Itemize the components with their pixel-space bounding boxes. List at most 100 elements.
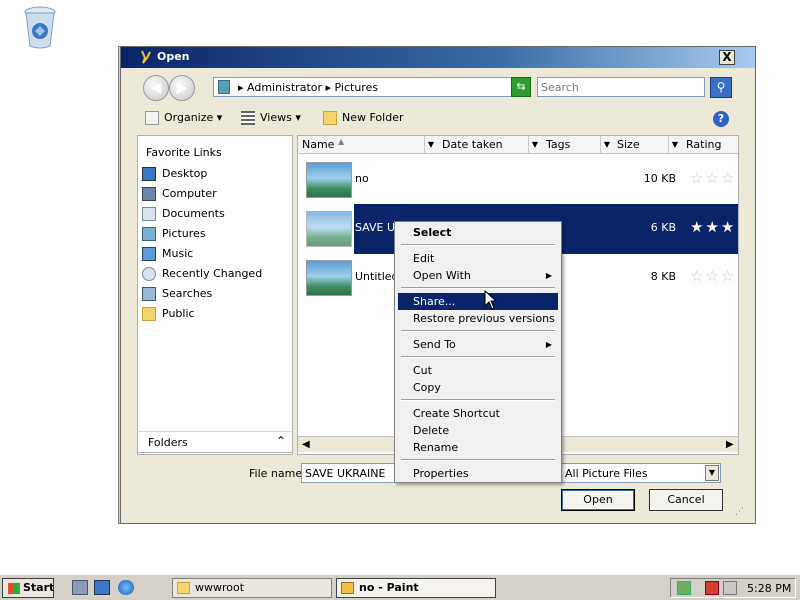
menu-item-create-shortcut[interactable]: Create Shortcut <box>398 405 558 422</box>
menu-item-select[interactable]: Select <box>398 224 558 241</box>
dialog-titlebar[interactable]: Open X <box>121 47 755 68</box>
image-thumbnail <box>306 211 352 247</box>
scroll-left-icon[interactable]: ◀ <box>302 439 310 450</box>
nav-item-public[interactable]: Public <box>142 307 195 325</box>
menu-label: Share... <box>413 295 456 308</box>
scroll-right-icon[interactable]: ▶ <box>726 439 734 450</box>
paint-app-icon <box>341 582 354 594</box>
cancel-button[interactable]: Cancel <box>649 489 723 511</box>
image-thumbnail <box>306 162 352 198</box>
rating-stars[interactable]: ★★★ <box>690 218 736 236</box>
refresh-icon[interactable]: ⇆ <box>511 77 531 97</box>
column-dropdown-icon[interactable]: ▼ <box>528 136 541 153</box>
column-header-tags[interactable]: Tags <box>546 138 570 151</box>
sort-arrow-icon: ▲ <box>338 137 345 146</box>
nav-label: Music <box>162 247 194 260</box>
folders-toggle[interactable]: Folders ⌃ <box>137 431 293 453</box>
mouse-pointer-icon <box>484 289 498 310</box>
volume-muted-icon[interactable] <box>723 581 737 595</box>
public-folder-icon <box>142 307 156 321</box>
open-button[interactable]: Open <box>561 489 635 511</box>
nav-label: Searches <box>162 287 213 300</box>
clock[interactable]: 5:28 PM <box>747 582 791 595</box>
column-header-name[interactable]: Name <box>302 138 334 151</box>
column-headers: Name ▲ ▼ Date taken ▼ Tags ▼ Size ▼ Rati… <box>298 136 738 154</box>
menu-item-delete[interactable]: Delete <box>398 422 558 439</box>
menu-item-copy[interactable]: Copy <box>398 379 558 396</box>
column-header-date-taken[interactable]: Date taken <box>442 138 503 151</box>
file-size: 6 KB <box>650 221 676 234</box>
nav-label: Computer <box>162 187 217 200</box>
menu-item-cut[interactable]: Cut <box>398 362 558 379</box>
taskbar: Start wwwroot no - Paint 5:28 PM <box>0 574 800 600</box>
forward-arrow-icon[interactable]: ▶ <box>169 75 195 101</box>
task-wwwroot[interactable]: wwwroot <box>172 578 332 598</box>
nav-item-recently-changed[interactable]: Recently Changed <box>142 267 262 285</box>
recent-icon <box>142 267 156 281</box>
views-button[interactable]: Views ▾ <box>241 111 301 125</box>
nav-item-pictures[interactable]: Pictures <box>142 227 206 245</box>
menu-separator <box>401 244 555 246</box>
start-button[interactable]: Start <box>2 578 54 598</box>
close-button[interactable]: X <box>719 50 735 65</box>
column-header-size[interactable]: Size <box>617 138 640 151</box>
nav-item-music[interactable]: Music <box>142 247 193 265</box>
menu-item-edit[interactable]: Edit <box>398 250 558 267</box>
menu-label: Properties <box>413 467 469 480</box>
system-tray: 5:28 PM <box>670 578 796 598</box>
show-desktop-icon[interactable] <box>94 580 110 595</box>
menu-label: Delete <box>413 424 450 437</box>
menu-separator <box>401 399 555 401</box>
navigation-pane: Favorite Links Desktop Computer Document… <box>137 135 293 455</box>
column-header-rating[interactable]: Rating <box>686 138 721 151</box>
menu-item-open-with[interactable]: Open With ▶ <box>398 267 558 284</box>
help-icon[interactable]: ? <box>713 111 729 127</box>
searches-icon <box>142 287 156 301</box>
menu-separator <box>401 330 555 332</box>
organize-button[interactable]: Organize ▾ <box>145 111 222 125</box>
menu-item-rename[interactable]: Rename <box>398 439 558 456</box>
security-alert-icon[interactable] <box>705 581 719 595</box>
file-name-label: File name: <box>249 467 306 480</box>
file-type-select[interactable]: All Picture Files <box>561 463 721 483</box>
nav-label: Public <box>162 307 195 320</box>
column-dropdown-icon[interactable]: ▼ <box>600 136 613 153</box>
network-icon[interactable] <box>677 581 691 595</box>
new-folder-label: New Folder <box>342 111 404 124</box>
internet-explorer-icon[interactable] <box>118 580 134 595</box>
rating-stars[interactable]: ☆☆☆ <box>690 267 736 285</box>
rating-stars[interactable]: ☆☆☆ <box>690 169 736 187</box>
task-no-paint[interactable]: no - Paint <box>336 578 496 598</box>
nav-item-documents[interactable]: Documents <box>142 207 225 225</box>
nav-label: Recently Changed <box>162 267 263 280</box>
menu-label: Select <box>413 226 452 239</box>
search-icon[interactable]: ⚲ <box>710 77 732 98</box>
column-dropdown-icon[interactable]: ▼ <box>668 136 681 153</box>
menu-separator <box>401 287 555 289</box>
file-size: 10 KB <box>643 172 676 185</box>
resize-grip-icon[interactable]: ⋰ <box>735 507 744 517</box>
menu-label: Send To <box>413 338 456 351</box>
nav-item-computer[interactable]: Computer <box>142 187 217 205</box>
nav-label: Pictures <box>162 227 206 240</box>
menu-label: Rename <box>413 441 459 454</box>
address-path: ▸ Administrator ▸ Pictures <box>238 81 379 94</box>
chevron-down-icon[interactable]: ▼ <box>705 465 719 481</box>
column-dropdown-icon[interactable]: ▼ <box>424 136 437 153</box>
menu-label: Open With <box>413 269 471 282</box>
menu-item-send-to[interactable]: Send To ▶ <box>398 336 558 353</box>
views-label: Views ▾ <box>260 111 301 124</box>
nav-item-searches[interactable]: Searches <box>142 287 212 305</box>
menu-item-restore-previous-versions[interactable]: Restore previous versions <box>398 310 558 327</box>
menu-item-share[interactable]: Share... <box>398 293 558 310</box>
address-bar[interactable]: ▸ Administrator ▸ Pictures ▼ <box>213 77 531 97</box>
menu-label: Edit <box>413 252 435 265</box>
back-arrow-icon[interactable]: ◀ <box>143 75 169 101</box>
recycle-bin-icon[interactable] <box>20 4 60 50</box>
menu-item-properties[interactable]: Properties <box>398 465 558 482</box>
search-input[interactable]: Search <box>537 77 705 97</box>
server-manager-icon[interactable] <box>72 580 88 595</box>
new-folder-button[interactable]: New Folder <box>323 111 403 125</box>
nav-item-desktop[interactable]: Desktop <box>142 167 207 185</box>
file-row[interactable]: no 10 KB ☆☆☆ <box>298 155 738 205</box>
